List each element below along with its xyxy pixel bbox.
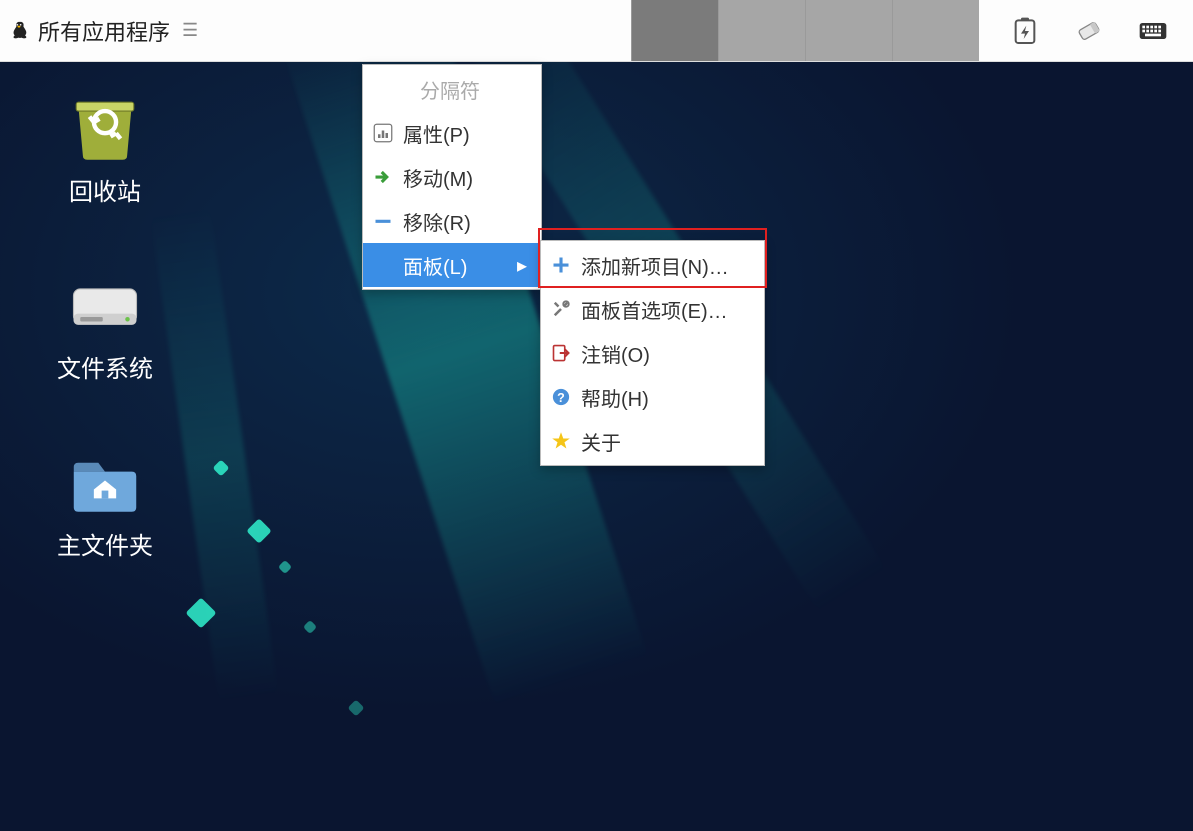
menu-item-logout[interactable]: 注销(O) (541, 331, 764, 375)
menu-item-help[interactable]: ? 帮助(H) (541, 375, 764, 419)
background-particle (348, 700, 365, 717)
window-buttons-group (631, 0, 979, 61)
keyboard-icon[interactable] (1137, 15, 1169, 47)
panel-context-menu: 分隔符 属性(P) 移动(M) 移除(R) 面板(L) ▸ (362, 64, 542, 290)
menu-item-text: 帮助(H) (581, 383, 649, 412)
trash-label: 回收站 (69, 172, 141, 207)
minus-icon (373, 211, 393, 231)
applications-menu-label: 所有应用程序 (38, 15, 170, 47)
trash-desktop-icon[interactable]: 回收站 (45, 100, 165, 207)
system-tray (979, 15, 1193, 47)
home-folder-icon (69, 454, 141, 516)
battery-icon[interactable] (1009, 15, 1041, 47)
trash-icon (69, 100, 141, 162)
menu-item-preferences[interactable]: 面板首选项(E)… (541, 287, 764, 331)
home-folder-label: 主文件夹 (57, 526, 153, 561)
menu-item-add-new[interactable]: 添加新项目(N)… (541, 243, 764, 287)
home-folder-desktop-icon[interactable]: 主文件夹 (45, 454, 165, 561)
star-icon (551, 431, 571, 451)
submenu-arrow-icon: ▸ (517, 253, 527, 278)
menu-item-text: 移动(M) (403, 163, 473, 192)
properties-icon (373, 123, 393, 143)
blank-icon (373, 255, 393, 275)
linux-penguin-icon (8, 20, 30, 42)
drive-icon (69, 277, 141, 339)
eraser-icon[interactable] (1073, 15, 1105, 47)
menu-item-text: 面板首选项(E)… (581, 295, 728, 324)
menu-item-text: 注销(O) (581, 339, 650, 368)
top-panel: 所有应用程序 ☰ (0, 0, 1193, 62)
window-button-4[interactable] (892, 0, 979, 61)
window-button-3[interactable] (805, 0, 892, 61)
menu-item-properties[interactable]: 属性(P) (363, 111, 541, 155)
plus-icon (551, 255, 571, 275)
help-icon: ? (551, 387, 571, 407)
arrow-right-icon (373, 167, 393, 187)
menu-item-text: 属性(P) (403, 119, 470, 148)
menu-item-about[interactable]: 关于 (541, 419, 764, 463)
background-particle (303, 620, 317, 634)
menu-item-separator-label: 分隔符 (363, 67, 541, 111)
filesystem-label: 文件系统 (57, 349, 153, 384)
background-beam (150, 204, 279, 707)
menu-item-panel[interactable]: 面板(L) ▸ (363, 243, 541, 287)
menu-item-remove[interactable]: 移除(R) (363, 199, 541, 243)
panel-submenu: 添加新项目(N)… 面板首选项(E)… 注销(O) ? 帮助(H) 关于 (540, 240, 765, 466)
menu-item-move[interactable]: 移动(M) (363, 155, 541, 199)
background-particle (278, 560, 292, 574)
desktop-icons-column: 回收站 文件系统 主文件夹 (45, 100, 165, 561)
applications-menu-button[interactable]: 所有应用程序 ☰ (0, 15, 198, 47)
menu-item-text: 移除(R) (403, 207, 471, 236)
svg-text:?: ? (557, 391, 565, 405)
logout-icon (551, 343, 571, 363)
menu-item-text: 关于 (581, 427, 621, 456)
tools-icon (551, 299, 571, 319)
menu-indicator-icon: ☰ (182, 20, 198, 41)
window-button-2[interactable] (718, 0, 805, 61)
menu-item-text: 面板(L) (403, 251, 467, 280)
filesystem-desktop-icon[interactable]: 文件系统 (45, 277, 165, 384)
window-button-1[interactable] (631, 0, 718, 61)
menu-item-text: 添加新项目(N)… (581, 251, 729, 280)
menu-item-text: 分隔符 (420, 75, 480, 104)
